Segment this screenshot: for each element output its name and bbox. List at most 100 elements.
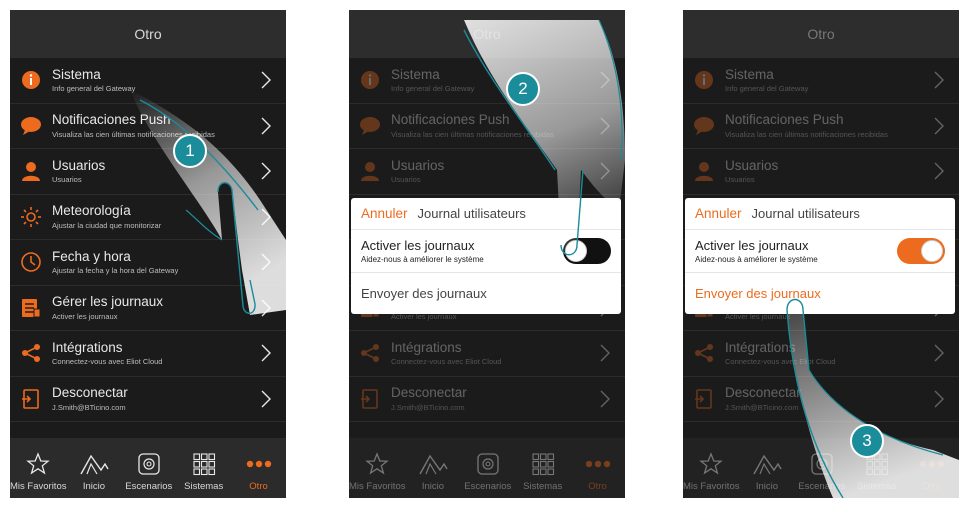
tab-home[interactable]: Inicio — [66, 438, 121, 498]
menu-item-subtitle: Usuarios — [52, 175, 82, 185]
more-dots-icon — [585, 451, 611, 477]
phone-screen-2: Otro Sistema Info general del Gateway Noti… — [349, 10, 625, 498]
menu-item-subtitle: J.Smith@BTicino.com — [52, 402, 126, 412]
dialog-header: Annuler Journal utilisateurs — [685, 198, 955, 230]
chevron-right-icon — [260, 162, 272, 180]
cancel-button[interactable]: Annuler — [361, 206, 408, 221]
menu-item-chat-bubble[interactable]: Notificaciones Push Visualiza las cien úl… — [349, 104, 625, 149]
send-logs-button[interactable]: Envoyer des journaux — [685, 273, 955, 313]
tab-label: Sistemas — [184, 481, 224, 492]
menu-item-title: Intégrations — [391, 339, 462, 355]
tab-bar: Mis Favoritos Inicio Escenarios Sistemas Otr… — [10, 438, 286, 498]
menu-item-share[interactable]: Intégrations Connectez-vous avec Eliot Cl… — [683, 331, 959, 377]
tab-label: Escenarios — [125, 481, 173, 492]
tab-star[interactable]: Mis Favoritos — [349, 438, 405, 498]
step-badge: 2 — [506, 72, 540, 106]
activate-logs-toggle[interactable] — [563, 238, 611, 264]
info-icon — [693, 69, 715, 91]
tab-label: Otro — [249, 481, 268, 492]
chevron-right-icon — [260, 117, 272, 135]
menu-item-text: Notificaciones Push Visualiza las cien úl… — [725, 112, 959, 139]
menu-item-text: Desconectar J.Smith@BTicino.com — [391, 385, 625, 412]
tab-more-dots[interactable]: Otro — [904, 438, 959, 498]
menu-item-title: Usuarios — [725, 157, 779, 173]
chevron-right-icon — [933, 117, 945, 135]
share-icon — [693, 342, 715, 364]
tab-home[interactable]: Inicio — [739, 438, 794, 498]
tab-bar: Mis Favoritos Inicio Escenarios Sistemas Otr… — [683, 438, 959, 498]
menu-item-subtitle: J.Smith@BTicino.com — [391, 402, 465, 412]
send-logs-button[interactable]: Envoyer des journaux — [351, 273, 621, 313]
menu-item-chat-bubble[interactable]: Notificaciones Push Visualiza las cien úl… — [10, 104, 286, 149]
menu-item-chat-bubble[interactable]: Notificaciones Push Visualiza las cien úl… — [683, 104, 959, 149]
menu-item-text: Intégrations Connectez-vous avec Eliot Cl… — [391, 340, 625, 367]
logout-icon — [20, 388, 42, 410]
step-badge: 1 — [173, 134, 207, 168]
menu-item-subtitle: J.Smith@BTicino.com — [725, 402, 799, 412]
menu-item-title: Fecha y hora — [52, 248, 131, 264]
menu-item-clock[interactable]: Fecha y hora Ajustar la fecha y la hora d… — [10, 240, 286, 286]
menu-item-subtitle: Activer les journaux — [52, 311, 118, 321]
dialog-title: Journal utilisateurs — [751, 206, 860, 221]
star-icon — [699, 451, 724, 477]
tab-scenario[interactable]: Escenarios — [121, 438, 176, 498]
header: Otro — [683, 10, 959, 58]
tab-grid[interactable]: Sistemas — [515, 438, 570, 498]
menu-item-info[interactable]: Sistema Info general del Gateway — [10, 58, 286, 104]
menu-item-subtitle: Visualiza las cien últimas notificacione… — [52, 129, 215, 139]
share-icon — [20, 342, 42, 364]
menu-item-info[interactable]: Sistema Info general del Gateway — [683, 58, 959, 104]
menu-item-subtitle: Connectez-vous avec Eliot Cloud — [52, 357, 163, 367]
chevron-right-icon — [260, 253, 272, 271]
menu-item-text: Sistema Info general del Gateway — [52, 67, 286, 94]
tab-scenario[interactable]: Escenarios — [794, 438, 849, 498]
cancel-button[interactable]: Annuler — [695, 206, 742, 221]
user-icon — [693, 160, 715, 182]
menu-item-subtitle: Ajustar la ciudad que monitorizar — [52, 220, 162, 230]
chevron-right-icon — [933, 162, 945, 180]
scenario-icon — [476, 451, 500, 477]
tab-home[interactable]: Inicio — [405, 438, 460, 498]
tab-more-dots[interactable]: Otro — [231, 438, 286, 498]
chevron-right-icon — [260, 208, 272, 226]
chevron-right-icon — [599, 117, 611, 135]
menu-item-text: Desconectar J.Smith@BTicino.com — [725, 385, 959, 412]
header: Otro — [349, 10, 625, 58]
menu-item-logout[interactable]: Desconectar J.Smith@BTicino.com — [349, 377, 625, 422]
menu-item-subtitle: Usuarios — [725, 175, 755, 185]
menu-item-subtitle: Usuarios — [391, 175, 421, 185]
tab-star[interactable]: Mis Favoritos — [683, 438, 739, 498]
tab-label: Escenarios — [798, 481, 846, 492]
tab-label: Mis Favoritos — [10, 481, 67, 492]
star-icon — [365, 451, 390, 477]
info-icon — [20, 69, 42, 91]
menu-item-logout[interactable]: Desconectar J.Smith@BTicino.com — [683, 377, 959, 422]
menu-item-share[interactable]: Intégrations Connectez-vous avec Eliot Cl… — [10, 331, 286, 377]
menu-item-title: Intégrations — [725, 339, 796, 355]
tab-scenario[interactable]: Escenarios — [460, 438, 515, 498]
tab-label: Inicio — [755, 481, 779, 492]
menu-item-log-list[interactable]: Gérer les journauxActiver les journaux — [10, 286, 286, 331]
menu-item-share[interactable]: Intégrations Connectez-vous avec Eliot Cl… — [349, 331, 625, 377]
menu-item-user[interactable]: Usuarios Usuarios — [683, 149, 959, 195]
menu-item-text: Desconectar J.Smith@BTicino.com — [52, 385, 286, 412]
activate-logs-toggle[interactable] — [897, 238, 945, 264]
tab-star[interactable]: Mis Favoritos — [10, 438, 66, 498]
chevron-right-icon — [260, 71, 272, 89]
more-dots-icon — [246, 451, 272, 477]
menu-item-subtitle: Connectez-vous avec Eliot Cloud — [725, 357, 836, 367]
chat-bubble-icon — [359, 115, 381, 137]
tab-label: Escenarios — [464, 481, 512, 492]
tab-grid[interactable]: Sistemas — [176, 438, 231, 498]
menu-item-user[interactable]: Usuarios Usuarios — [10, 149, 286, 195]
menu-item-subtitle: Connectez-vous avec Eliot Cloud — [391, 357, 502, 367]
menu-item-user[interactable]: Usuarios Usuarios — [349, 149, 625, 195]
menu-item-sun[interactable]: MeteorologíaAjustar la ciudad que monito… — [10, 195, 286, 240]
page-title: Otro — [807, 26, 835, 42]
tab-more-dots[interactable]: Otro — [570, 438, 625, 498]
menu-item-logout[interactable]: Desconectar J.Smith@BTicino.com — [10, 377, 286, 422]
grid-icon — [531, 451, 555, 477]
menu-item-info[interactable]: Sistema Info general del Gateway — [349, 58, 625, 104]
menu-item-text: Gérer les journauxActiver les journaux — [52, 294, 286, 321]
menu-item-title: Notificaciones Push — [52, 112, 171, 128]
